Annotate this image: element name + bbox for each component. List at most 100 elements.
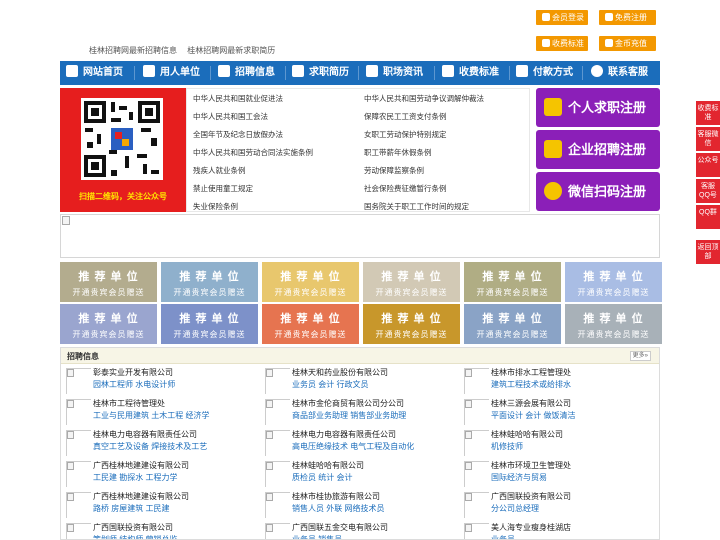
law-link[interactable]: 残疾人就业条例 [193, 165, 246, 176]
pricing-button[interactable]: 收费标准 [536, 36, 588, 51]
company-name[interactable]: 桂林市环境卫生管理处 [491, 460, 571, 471]
law-link[interactable]: 女职工劳动保护特别规定 [364, 129, 447, 140]
job-titles[interactable]: 分公司总经理 [491, 503, 539, 514]
law-link[interactable]: 国务院关于职工工作时间的规定 [364, 201, 469, 212]
wechat-register-button[interactable]: 微信扫码注册 [536, 172, 660, 211]
company-logo[interactable] [66, 368, 91, 394]
job-titles[interactable]: 路桥 房屋建筑 工民建 [93, 503, 169, 514]
recharge-button[interactable]: 金币充值 [599, 36, 656, 51]
company-logo[interactable] [265, 461, 290, 487]
company-logo[interactable] [464, 368, 489, 394]
company-logo[interactable] [265, 399, 290, 425]
nav-resumes[interactable]: 求职简历 [292, 61, 349, 85]
job-titles[interactable]: 销售人员 外联 网络技术员 [292, 503, 384, 514]
law-link[interactable]: 保障农民工工资支付条例 [364, 111, 447, 122]
recommend-tile[interactable]: 推 荐 单 位开通贵宾会员赠送 [60, 304, 157, 344]
company-name[interactable]: 广西国联五金交电有限公司 [292, 522, 388, 533]
company-name[interactable]: 桂林天和药业股份有限公司 [292, 367, 388, 378]
company-name[interactable]: 广西国联投资有限公司 [491, 491, 571, 502]
recommend-tile[interactable]: 推 荐 单 位开通贵宾会员赠送 [565, 262, 662, 302]
recommend-tile[interactable]: 推 荐 单 位开通贵宾会员赠送 [363, 304, 460, 344]
company-logo[interactable] [464, 492, 489, 518]
job-titles[interactable]: 业务员 销售员 [292, 534, 342, 539]
company-name[interactable]: 桂林蛙哈哈有限公司 [491, 429, 563, 440]
recommend-tile[interactable]: 推 荐 单 位开通贵宾会员赠送 [262, 304, 359, 344]
register-button[interactable]: 免费注册 [599, 10, 656, 25]
job-titles[interactable]: 园林工程师 水电设计师 [93, 379, 175, 390]
company-name[interactable]: 桂林市工程待管理处 [93, 398, 165, 409]
law-link[interactable]: 中华人民共和国劳动合同法实施条例 [193, 147, 313, 158]
company-name[interactable]: 广西桂林地建建设有限公司 [93, 460, 189, 471]
company-logo[interactable] [464, 430, 489, 456]
company-logo[interactable] [464, 399, 489, 425]
job-titles[interactable]: 业务员 会计 行政文员 [292, 379, 368, 390]
job-titles[interactable]: 高电压绝缘技术 电气工程及自动化 [292, 441, 414, 452]
law-link[interactable]: 中华人民共和国就业促进法 [193, 93, 283, 104]
job-titles[interactable]: 商品部业务助理 销售部业务助理 [292, 410, 406, 421]
company-name[interactable]: 桂林电力电容器有限责任公司 [93, 429, 197, 440]
side-pricing[interactable]: 收费标准 [696, 101, 720, 125]
recommend-tile[interactable]: 推 荐 单 位开通贵宾会员赠送 [60, 262, 157, 302]
company-logo[interactable] [66, 399, 91, 425]
law-link[interactable]: 社会保险费征缴暂行条例 [364, 183, 447, 194]
company-logo[interactable] [66, 523, 91, 539]
law-link[interactable]: 失业保险条例 [193, 201, 238, 212]
law-link[interactable]: 中华人民共和国工会法 [193, 111, 268, 122]
company-logo[interactable] [265, 430, 290, 456]
company-name[interactable]: 桂林电力电容器有限责任公司 [292, 429, 396, 440]
side-official-account[interactable]: 公众号 [696, 153, 720, 177]
side-back-to-top[interactable]: 返回顶部 [696, 240, 720, 264]
law-link[interactable]: 中华人民共和国劳动争议调解仲裁法 [364, 93, 484, 104]
job-titles[interactable]: 机修技师 [491, 441, 523, 452]
company-name[interactable]: 桂林蛙哈哈有限公司 [292, 460, 364, 471]
company-logo[interactable] [464, 461, 489, 487]
company-logo[interactable] [66, 492, 91, 518]
company-name[interactable]: 桂林市排水工程管理处 [491, 367, 571, 378]
side-support-qq[interactable]: 客服QQ号 [696, 179, 720, 203]
company-name[interactable]: 广西桂林地建建设有限公司 [93, 491, 189, 502]
recommend-tile[interactable]: 推 荐 单 位开通贵宾会员赠送 [262, 262, 359, 302]
recommend-tile[interactable]: 推 荐 单 位开通贵宾会员赠送 [363, 262, 460, 302]
recommend-tile[interactable]: 推 荐 单 位开通贵宾会员赠送 [161, 304, 258, 344]
job-titles[interactable]: 业务员 [491, 534, 515, 539]
employer-register-button[interactable]: 企业招聘注册 [536, 130, 660, 169]
recommend-tile[interactable]: 推 荐 单 位开通贵宾会员赠送 [464, 262, 561, 302]
law-link[interactable]: 全国年节及纪念日放假办法 [193, 129, 283, 140]
law-link[interactable]: 职工带薪年休假条例 [364, 147, 432, 158]
law-link[interactable]: 劳动保障监察条例 [364, 165, 424, 176]
nav-employers[interactable]: 用人单位 [143, 61, 200, 85]
company-logo[interactable] [66, 461, 91, 487]
company-logo[interactable] [265, 523, 290, 539]
law-link[interactable]: 禁止使用童工规定 [193, 183, 253, 194]
latest-jobs-link[interactable]: 桂林招聘网最新招聘信息 [89, 46, 177, 55]
side-qq-group[interactable]: QQ群 [696, 205, 720, 229]
recommend-tile[interactable]: 推 荐 单 位开通贵宾会员赠送 [161, 262, 258, 302]
nav-payment[interactable]: 付款方式 [516, 61, 573, 85]
job-titles[interactable]: 质检员 统计 会计 [292, 472, 352, 483]
nav-pricing[interactable]: 收费标准 [442, 61, 499, 85]
job-titles[interactable]: 工民建 勘探水 工程力学 [93, 472, 177, 483]
job-titles[interactable]: 真空工艺及设备 焊接技术及工艺 [93, 441, 207, 452]
company-name[interactable]: 桂林三源会展有限公司 [491, 398, 571, 409]
company-name[interactable]: 广西国联投资有限公司 [93, 522, 173, 533]
recommend-tile[interactable]: 推 荐 单 位开通贵宾会员赠送 [464, 304, 561, 344]
job-seeker-register-button[interactable]: 个人求职注册 [536, 88, 660, 127]
job-titles[interactable]: 工业与民用建筑 土木工程 经济学 [93, 410, 209, 421]
nav-news[interactable]: 职场资讯 [366, 61, 423, 85]
company-name[interactable]: 桂林市桂协旅游有限公司 [292, 491, 380, 502]
job-titles[interactable]: 平面设计 会计 做饭清洁 [491, 410, 575, 421]
login-button[interactable]: 会员登录 [536, 10, 588, 25]
company-name[interactable]: 桂林市金伦商贸有限公司分公司 [292, 398, 404, 409]
side-support-wechat[interactable]: 客服微信 [696, 127, 720, 151]
company-name[interactable]: 彰泰实业开发有限公司 [93, 367, 173, 378]
job-titles[interactable]: 策划师 结构师 营销总监 [93, 534, 177, 539]
nav-jobs[interactable]: 招聘信息 [218, 61, 275, 85]
recommend-tile[interactable]: 推 荐 单 位开通贵宾会员赠送 [565, 304, 662, 344]
company-logo[interactable] [265, 492, 290, 518]
job-titles[interactable]: 国际经济与贸易 [491, 472, 547, 483]
more-link[interactable]: 更多» [629, 351, 651, 361]
nav-support[interactable]: 联系客服 [591, 61, 648, 85]
company-logo[interactable] [265, 368, 290, 394]
company-logo[interactable] [464, 523, 489, 539]
latest-resumes-link[interactable]: 桂林招聘网最新求职简历 [187, 46, 275, 55]
